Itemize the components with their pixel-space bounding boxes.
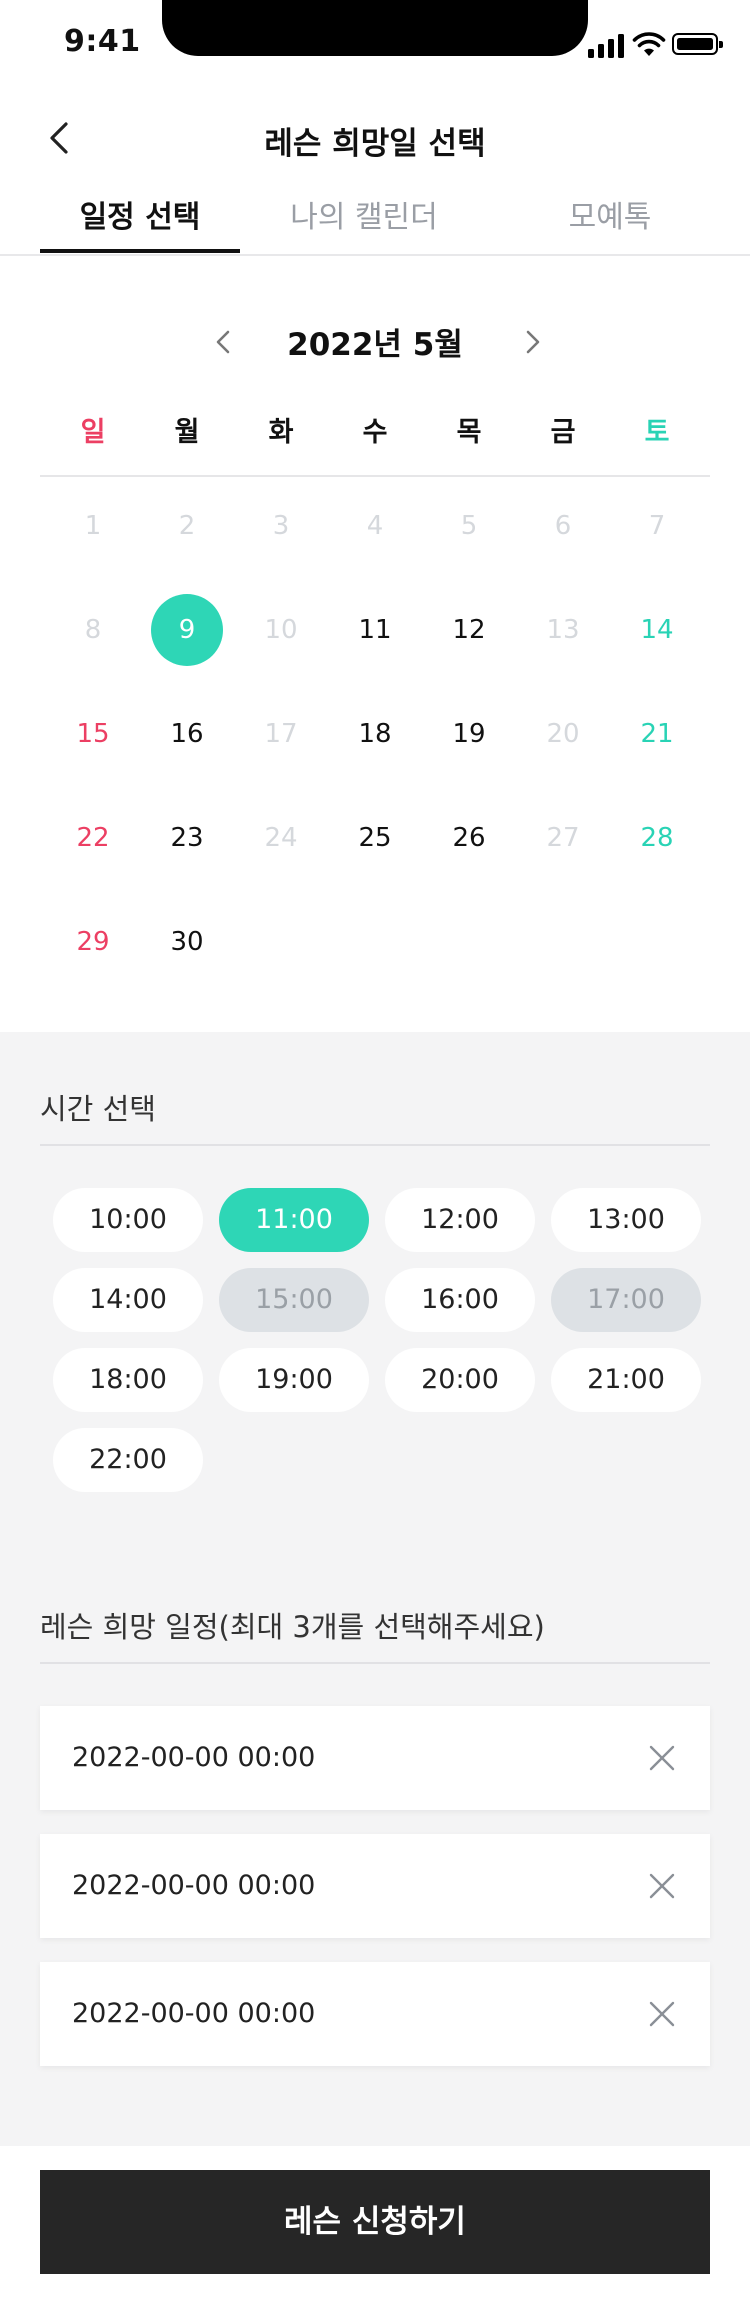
calendar-day[interactable]: 21 — [621, 698, 693, 770]
notch — [162, 0, 588, 56]
calendar-day[interactable]: 15 — [57, 698, 129, 770]
calendar-day: 27 — [546, 823, 580, 853]
time-slot-button: 17:00 — [551, 1268, 701, 1332]
calendar-day: 20 — [546, 719, 580, 749]
calendar-day[interactable]: 25 — [339, 802, 411, 874]
calendar-day[interactable]: 19 — [433, 698, 505, 770]
time-slot-button[interactable]: 12:00 — [385, 1188, 535, 1252]
calendar-day-selected[interactable]: 9 — [151, 594, 223, 666]
calendar-day: 2 — [178, 511, 196, 541]
calendar-day: 13 — [546, 615, 580, 645]
calendar-day[interactable]: 26 — [433, 802, 505, 874]
time-slot-button[interactable]: 19:00 — [219, 1348, 369, 1412]
time-section-divider — [40, 1144, 710, 1146]
selection-section-title: 레슨 희망 일정(최대 3개를 선택해주세요) — [40, 1610, 545, 1644]
selection-section-divider — [40, 1662, 710, 1664]
time-slot-button: 15:00 — [219, 1268, 369, 1332]
calendar-day[interactable]: 30 — [151, 906, 223, 978]
time-slot-button[interactable]: 14:00 — [53, 1268, 203, 1332]
signal-icon — [588, 32, 628, 58]
status-time: 9:41 — [64, 24, 141, 59]
tab-schedule-select[interactable]: 일정 선택 — [40, 186, 240, 254]
close-icon[interactable] — [646, 1870, 678, 1902]
calendar-day: 6 — [554, 511, 572, 541]
selected-schedule-item: 2022-00-00 00:00 — [40, 1834, 710, 1938]
time-slot-button[interactable]: 13:00 — [551, 1188, 701, 1252]
tab-my-calendar[interactable]: 나의 캘린더 — [264, 186, 464, 254]
close-icon[interactable] — [646, 1998, 678, 2030]
calendar-day: 5 — [460, 511, 478, 541]
wifi-icon — [632, 32, 666, 56]
selected-schedule-item: 2022-00-00 00:00 — [40, 1962, 710, 2066]
weekday-label: 화 — [268, 417, 294, 448]
selected-schedule-text: 2022-00-00 00:00 — [72, 1998, 316, 2029]
calendar-day: 24 — [264, 823, 298, 853]
calendar-day[interactable]: 23 — [151, 802, 223, 874]
calendar-day: 1 — [84, 511, 102, 541]
calendar-day[interactable]: 28 — [621, 802, 693, 874]
calendar-day[interactable]: 12 — [433, 594, 505, 666]
weekday-label: 토 — [644, 417, 670, 448]
weekday-label: 금 — [550, 417, 576, 448]
tab-active-indicator — [40, 249, 240, 253]
calendar-day[interactable]: 16 — [151, 698, 223, 770]
selected-schedule-text: 2022-00-00 00:00 — [72, 1870, 316, 1901]
tab-bar: 일정 선택 나의 캘린더 모예톡 — [40, 186, 710, 254]
time-slot-button[interactable]: 11:00 — [219, 1188, 369, 1252]
status-bar: 9:41 — [0, 0, 750, 88]
selected-schedule-item: 2022-00-00 00:00 — [40, 1706, 710, 1810]
time-slot-button[interactable]: 16:00 — [385, 1268, 535, 1332]
apply-lesson-button[interactable]: 레슨 신청하기 — [40, 2170, 710, 2274]
weekday-label: 목 — [456, 417, 482, 448]
weekday-label: 월 — [174, 417, 200, 448]
calendar-day: 7 — [648, 511, 666, 541]
calendar-day: 10 — [264, 615, 298, 645]
month-title: 2022년 5월 — [287, 327, 463, 363]
calendar-day: 17 — [264, 719, 298, 749]
calendar-day[interactable]: 11 — [339, 594, 411, 666]
time-slot-button[interactable]: 10:00 — [53, 1188, 203, 1252]
calendar-day[interactable]: 14 — [621, 594, 693, 666]
time-slot-button[interactable]: 22:00 — [53, 1428, 203, 1492]
calendar-day: 8 — [84, 615, 102, 645]
close-icon[interactable] — [646, 1742, 678, 1774]
calendar-day[interactable]: 29 — [57, 906, 129, 978]
calendar-divider — [40, 475, 710, 477]
time-slot-button[interactable]: 18:00 — [53, 1348, 203, 1412]
tabs-divider — [0, 254, 750, 256]
time-slot-button[interactable]: 21:00 — [551, 1348, 701, 1412]
tab-moyetalk[interactable]: 모예톡 — [510, 186, 710, 254]
time-section-title: 시간 선택 — [40, 1092, 156, 1126]
weekday-label: 수 — [362, 417, 388, 448]
calendar-day[interactable]: 22 — [57, 802, 129, 874]
battery-icon — [672, 33, 723, 55]
time-slot-button[interactable]: 20:00 — [385, 1348, 535, 1412]
weekday-label: 일 — [80, 417, 106, 448]
selected-schedule-text: 2022-00-00 00:00 — [72, 1742, 316, 1773]
calendar-day: 3 — [272, 511, 290, 541]
page-title: 레슨 희망일 선택 — [264, 126, 486, 162]
next-month-icon[interactable] — [512, 322, 552, 362]
calendar-day: 4 — [366, 511, 384, 541]
calendar-day[interactable]: 18 — [339, 698, 411, 770]
